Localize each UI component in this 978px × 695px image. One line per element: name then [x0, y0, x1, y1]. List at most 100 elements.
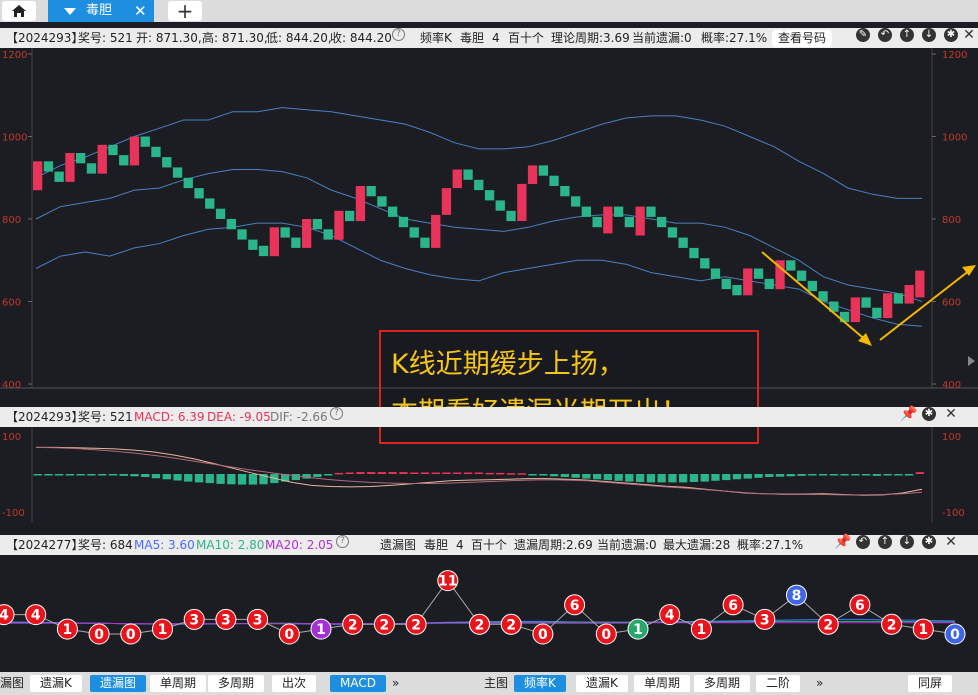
candle-down [614, 206, 624, 217]
candle-up [441, 188, 452, 215]
close-label: 收: 844.20 [330, 31, 392, 45]
macd-bar [646, 474, 656, 483]
macd-bar [840, 474, 849, 476]
macd-bar [474, 472, 483, 474]
candle-down [764, 278, 774, 290]
bottom-left-more-icon[interactable]: » [388, 675, 403, 692]
bottom-multi-period-button[interactable]: 多周期 [208, 675, 265, 692]
high-label: 高: 871.30, [202, 31, 268, 45]
macd-bar [65, 474, 75, 476]
candle-down [345, 210, 355, 222]
macd-bar [173, 474, 182, 481]
macd-right-tick: -100 [942, 508, 965, 519]
miss-ball-label: 2 [380, 617, 390, 633]
candle-down [86, 163, 97, 174]
candle-up [904, 285, 914, 304]
add-tab-button[interactable]: + [168, 1, 202, 21]
bottom-second-order-button[interactable]: 二阶 [756, 675, 801, 692]
macd-bar [754, 474, 763, 478]
miss-ball-label: 1 [918, 622, 928, 638]
scroll-right-icon[interactable] [968, 356, 975, 366]
bottom-miss-k-button[interactable]: 遗漏K [30, 675, 82, 692]
candle-down [237, 229, 247, 240]
candle-down [872, 307, 882, 318]
macd-bar [44, 474, 53, 476]
macd-bar [905, 474, 914, 476]
bottom-same-screen-button[interactable]: 同屏 [908, 675, 953, 692]
macd-bar [872, 474, 881, 476]
tab-label: 毒胆 [86, 3, 113, 18]
down-icon[interactable]: ↓ [922, 28, 936, 42]
up-icon[interactable]: ↑ [900, 28, 914, 42]
bottom-macd-button[interactable]: MACD [330, 675, 386, 692]
bottom-freq-k-button[interactable]: 频率K [514, 675, 566, 692]
miss-gear-icon[interactable]: ✱ [922, 535, 936, 549]
check-number-button[interactable]: 查看号码 [772, 30, 833, 47]
miss-ball-label: 3 [760, 612, 770, 628]
bottom-toolbar: 遗漏图 遗漏K 遗漏图 单周期 多周期 出次 MACD » 主图 频率K 遗漏K… [0, 672, 978, 695]
candle-down [54, 171, 64, 182]
tab-dudan[interactable]: 毒胆 ✕ [48, 0, 154, 22]
tab-dropdown-icon[interactable] [64, 8, 76, 15]
gear-icon[interactable]: ✱ [944, 28, 958, 42]
miss-ball-label: 0 [538, 627, 548, 643]
candle-up [355, 186, 366, 222]
candle-down [119, 155, 129, 166]
macd-bar [775, 474, 785, 477]
name-label: 毒胆 [460, 31, 485, 45]
miss-period-label: 遗漏周期:2.69 [514, 538, 593, 552]
miss-undo-icon[interactable]: ↶ [856, 535, 870, 549]
candle-down [248, 239, 258, 250]
miss-up-icon[interactable]: ↑ [878, 535, 892, 549]
tab-close-icon[interactable]: ✕ [134, 0, 147, 22]
macd-gear-icon[interactable]: ✱ [922, 407, 936, 421]
miss-down-icon[interactable]: ↓ [900, 535, 914, 549]
candle-down [194, 188, 204, 199]
undo-icon[interactable]: ↶ [878, 28, 892, 42]
miss-close-icon[interactable]: ✕ [944, 535, 958, 549]
macd-bar [808, 474, 817, 476]
bottom-miss-chart-partial[interactable]: 遗漏图 [0, 675, 28, 692]
candle-up [431, 214, 441, 248]
bottom-single-period2-button[interactable]: 单周期 [634, 675, 691, 692]
macd-bar [829, 474, 838, 476]
home-button[interactable] [2, 1, 36, 21]
miss-ball-label: 3 [189, 612, 199, 628]
theory-period-label: 理论周期:3.69 [551, 31, 630, 45]
miss-pin-icon[interactable]: 📌 [834, 535, 851, 549]
bottom-occurrence-button[interactable]: 出次 [272, 675, 317, 692]
close-icon[interactable]: ✕ [962, 28, 976, 42]
bottom-single-period-button[interactable]: 单周期 [150, 675, 207, 692]
macd-bar [237, 474, 247, 485]
bottom-miss-chart-button[interactable]: 遗漏图 [90, 675, 147, 692]
miss-ball-label: 3 [253, 612, 263, 628]
candle-down [474, 179, 484, 191]
miss-ball-label: 2 [506, 617, 516, 633]
left-tick-label: 600 [2, 298, 21, 309]
macd-bar [356, 472, 365, 474]
bottom-right-more-icon[interactable]: » [812, 675, 827, 692]
bottom-main-chart-label[interactable]: 主图 [480, 675, 512, 692]
macd-bar [377, 472, 387, 474]
candle-down [538, 165, 548, 176]
macd-bar [410, 472, 419, 474]
bottom-miss-k2-button[interactable]: 遗漏K [576, 675, 628, 692]
macd-bar [571, 474, 580, 478]
candle-down [807, 280, 817, 292]
macd-bar [732, 474, 742, 480]
candle-down [108, 144, 118, 156]
miss-ball-label: 1 [158, 622, 168, 638]
pin-icon[interactable]: 📌 [900, 407, 917, 421]
chart-type-label: 频率K [420, 31, 452, 45]
candle-down [226, 219, 236, 230]
bottom-multi-period2-button[interactable]: 多周期 [694, 675, 751, 692]
left-tick-label: 400 [2, 380, 21, 390]
pencil-icon[interactable]: ✎ [856, 28, 870, 42]
home-icon [12, 5, 26, 17]
candle-down [560, 186, 570, 197]
macd-chart[interactable]: 100 100 -100 -100 [0, 427, 978, 527]
num-label: 4 [492, 31, 500, 45]
miss-chart[interactable]: 4 4 1 0 0 1 3 3 3 0 1 2 2 2 11 2 2 0 6 0 1 4 1 6 3 8 2 6 2 1 0 [0, 555, 978, 672]
macd-close-icon[interactable]: ✕ [944, 407, 958, 421]
macd-prize-label: 奖号: 521 [78, 410, 133, 424]
